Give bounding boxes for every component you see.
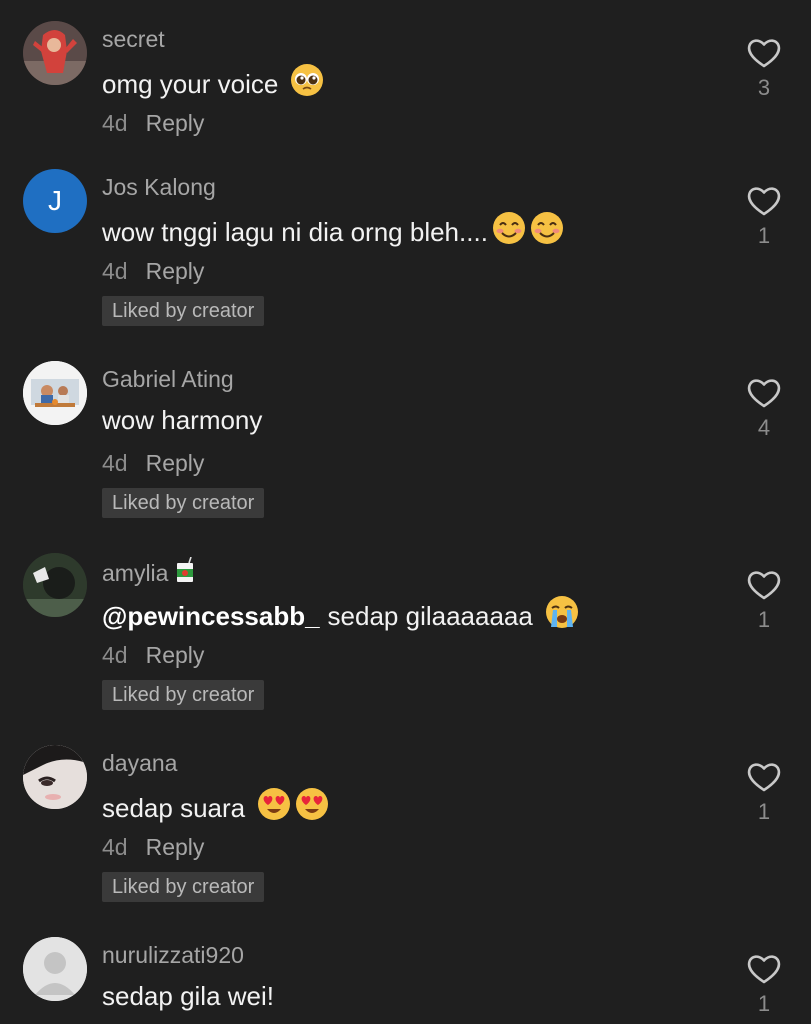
reply-button[interactable]: Reply [146, 642, 205, 668]
avatar[interactable] [23, 21, 87, 85]
comment-text-content: omg your voice [102, 69, 279, 99]
liked-by-creator-badge: Liked by creator [102, 872, 265, 902]
comment-time: 4d [102, 450, 128, 476]
avatar-photo-icon [23, 745, 87, 809]
mention-link[interactable]: @pewincessabb_ [102, 599, 320, 633]
liked-by-creator-badge: Liked by creator [102, 488, 265, 518]
comment-text: wow tnggi lagu ni dia orng bleh.... [102, 211, 564, 253]
smiling-face-emoji-icon [530, 211, 564, 253]
juice-box-emoji-icon [174, 556, 196, 589]
avatar[interactable] [23, 745, 87, 809]
comment-meta: 4d Reply [102, 641, 204, 669]
comment-text: omg your voice [102, 63, 324, 105]
avatar-photo-icon [23, 21, 87, 85]
reply-button[interactable]: Reply [146, 258, 205, 284]
like-button[interactable]: 1 [744, 953, 784, 1017]
liked-by-creator-badge: Liked by creator [102, 296, 265, 326]
comment-time: 4d [102, 258, 128, 284]
avatar-letter: J [48, 185, 62, 216]
like-count: 1 [757, 607, 771, 632]
heart-eyes-emoji-icon [295, 787, 329, 829]
comment-meta: 4d Reply [102, 109, 204, 137]
like-count: 4 [757, 415, 771, 440]
heart-outline-icon [747, 955, 781, 984]
comment-text: wow harmony [102, 403, 262, 437]
avatar[interactable] [23, 937, 87, 1001]
comment-username[interactable]: dayana [102, 749, 177, 777]
loudly-crying-face-emoji-icon [545, 595, 579, 637]
heart-eyes-emoji-icon [257, 787, 291, 829]
heart-outline-icon [747, 571, 781, 600]
comment-time: 4d [102, 110, 128, 136]
avatar[interactable] [23, 553, 87, 617]
comment-meta: 4d Reply [102, 257, 204, 285]
like-button[interactable]: 1 [744, 761, 784, 825]
comment-text-content: wow harmony [102, 405, 263, 435]
avatar-photo-icon [23, 361, 87, 425]
like-button[interactable]: 1 [744, 185, 784, 249]
comment-username[interactable]: amylia [102, 556, 196, 589]
like-count: 1 [757, 991, 771, 1016]
comment-meta: 4d Reply [102, 833, 204, 861]
reply-button[interactable]: Reply [146, 450, 205, 476]
avatar[interactable]: J [23, 169, 87, 233]
comment-meta: 4d Reply [102, 449, 204, 477]
username-text: amylia [102, 560, 169, 586]
comment-username[interactable]: Gabriel Ating [102, 365, 234, 393]
like-count: 1 [757, 799, 771, 824]
like-button[interactable]: 3 [744, 37, 784, 101]
comment-username[interactable]: Jos Kalong [102, 173, 216, 201]
avatar-photo-icon [23, 553, 87, 617]
smiling-face-emoji-icon [492, 211, 526, 253]
like-button[interactable]: 1 [744, 569, 784, 633]
pleading-face-emoji-icon [290, 63, 324, 105]
liked-by-creator-badge: Liked by creator [102, 680, 265, 710]
comment-text-content: sedap gila wei! [102, 981, 274, 1011]
reply-button[interactable]: Reply [146, 834, 205, 860]
avatar[interactable] [23, 361, 87, 425]
heart-outline-icon [747, 39, 781, 68]
like-button[interactable]: 4 [744, 377, 784, 441]
comment-time: 4d [102, 642, 128, 668]
like-count: 1 [757, 223, 771, 248]
heart-outline-icon [747, 379, 781, 408]
comment-username[interactable]: secret [102, 25, 165, 53]
reply-button[interactable]: Reply [146, 110, 205, 136]
default-avatar-icon [23, 937, 87, 1001]
comment-text: sedap gila wei! [102, 979, 274, 1013]
like-count: 3 [757, 75, 771, 100]
comment-text-content: wow tnggi lagu ni dia orng bleh.... [102, 217, 488, 247]
comment-time: 4d [102, 834, 128, 860]
comment-username[interactable]: nurulizzati920 [102, 941, 244, 969]
heart-outline-icon [747, 187, 781, 216]
comment-text: @pewincessabb_ sedap gilaaaaaaa [102, 595, 579, 637]
comment-text: sedap suara [102, 787, 329, 829]
comment-text-content: sedap gilaaaaaaa [327, 601, 533, 631]
heart-outline-icon [747, 763, 781, 792]
comment-text-content: sedap suara [102, 793, 246, 823]
